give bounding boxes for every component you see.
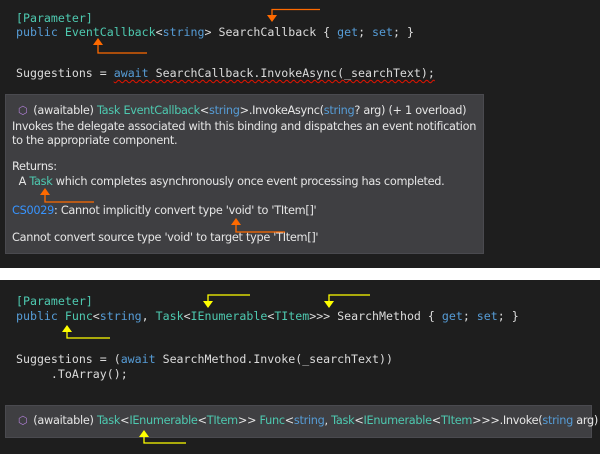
- task-link[interactable]: Task: [29, 175, 52, 188]
- annotation-arrow: [97, 43, 147, 54]
- arrowhead: [267, 15, 277, 22]
- sig-text: <: [120, 414, 130, 427]
- keyword: public: [16, 309, 58, 323]
- type-name: Func: [64, 309, 93, 323]
- expression[interactable]: SearchMethod.Invoke(_searchText)): [156, 352, 393, 366]
- sig-text: ? arg) (+ 1 overload): [354, 104, 467, 117]
- punct: ;: [462, 309, 477, 323]
- top-editor-panel: [Parameter] public EventCallback<string>…: [0, 0, 600, 268]
- lhs: Suggestions = (: [16, 352, 121, 366]
- error-line: CS0029: Cannot implicitly convert type '…: [12, 204, 317, 218]
- type-name: IEnumerable: [190, 309, 268, 323]
- sig-text: <: [354, 414, 364, 427]
- error-code-link[interactable]: CS0029: [12, 204, 54, 217]
- method-cube-icon: ⬡: [18, 414, 28, 427]
- keyword: get: [337, 25, 359, 39]
- sig-text: <: [199, 104, 210, 117]
- code-line-declaration: public EventCallback<string> SearchCallb…: [16, 25, 414, 39]
- returns-text: A Task which completes asynchronously on…: [12, 175, 445, 189]
- punct: >>>: [309, 309, 331, 323]
- description: to the appropriate component.: [12, 134, 178, 147]
- error-message: : Cannot implicitly convert type 'void' …: [54, 204, 317, 217]
- arrowhead: [324, 301, 334, 308]
- annotation-arrow: [66, 330, 110, 339]
- sig-type: Task: [96, 104, 121, 117]
- sig-keyword: string: [293, 414, 325, 427]
- sig-text: arg): [573, 414, 599, 427]
- code-line-declaration: public Func<string, Task<IEnumerable<TIt…: [16, 309, 519, 323]
- punct: ,: [141, 309, 156, 323]
- attribute: [Parameter]: [16, 11, 93, 25]
- attribute: [Parameter]: [16, 294, 93, 308]
- punct: ; }: [497, 309, 519, 323]
- sig-text: <: [431, 414, 441, 427]
- code-line-statement: Suggestions = await SearchCallback.Invok…: [16, 66, 435, 80]
- arrowhead: [203, 301, 213, 308]
- sig-type: IEnumerable: [363, 414, 433, 427]
- keyword: get: [441, 309, 463, 323]
- punct: <: [92, 309, 100, 323]
- punct: ; }: [393, 25, 414, 39]
- code-line-statement: Suggestions = (await SearchMethod.Invoke…: [16, 352, 393, 366]
- sig-type: TItem: [440, 414, 473, 427]
- text: which completes asynchronously once even…: [52, 175, 445, 188]
- method-cube-icon: ⬡: [18, 104, 28, 117]
- annotation-arrow: [271, 8, 320, 16]
- code-line-toarray: .ToArray();: [16, 367, 128, 381]
- keyword: string: [162, 25, 205, 39]
- sig-text: (awaitable): [33, 414, 97, 427]
- sig-type: Task: [96, 414, 121, 427]
- sig-text: >>: [237, 414, 260, 427]
- sig-keyword: string: [542, 414, 573, 427]
- property-name: SearchMethod {: [330, 309, 442, 323]
- sig-type: TItem: [206, 414, 238, 427]
- keyword: public: [16, 25, 58, 39]
- type-name: EventCallback: [64, 25, 156, 39]
- punct: <: [155, 25, 163, 39]
- sig-text: <: [197, 414, 207, 427]
- property-name: SearchCallback {: [211, 25, 338, 39]
- sig-text: >.InvokeAsync(: [239, 104, 324, 117]
- sig-type: Task: [331, 414, 355, 427]
- sig-text: >>>.Invoke(: [472, 414, 543, 427]
- annotation-arrow: [207, 294, 250, 302]
- description: Invokes the delegate associated with thi…: [12, 120, 477, 133]
- quickinfo-tooltip: ⬡ (awaitable) Task EventCallback<string>…: [5, 94, 484, 254]
- keyword: string: [99, 309, 142, 323]
- sig-type: IEnumerable: [129, 414, 198, 427]
- sig-type: EventCallback: [123, 104, 200, 117]
- code-line-attribute: [Parameter]: [16, 11, 93, 25]
- quickinfo-tooltip: ⬡ (awaitable) Task<IEnumerable<TItem>> F…: [5, 405, 598, 438]
- keyword: set: [372, 25, 393, 39]
- sig-text: (awaitable): [33, 104, 97, 117]
- sig-keyword: string: [209, 104, 240, 117]
- punct: <: [183, 309, 191, 323]
- sig-keyword: string: [323, 104, 355, 117]
- keyword: set: [476, 309, 498, 323]
- sig-type: Func: [259, 414, 286, 427]
- annotation-arrow: [328, 294, 370, 302]
- error-detail: Cannot convert source type 'void' to tar…: [12, 231, 319, 244]
- sig-text: <: [284, 414, 294, 427]
- type-name: TItem: [274, 309, 310, 323]
- punct: ;: [358, 25, 373, 39]
- type-name: Task: [155, 309, 184, 323]
- bottom-editor-panel: [Parameter] public Func<string, Task<IEn…: [0, 280, 600, 454]
- returns-label: Returns:: [12, 160, 57, 173]
- code-line-attribute: [Parameter]: [16, 294, 93, 308]
- error-expression[interactable]: SearchCallback.InvokeAsync(_searchText);: [149, 66, 435, 80]
- lhs: Suggestions =: [16, 66, 114, 80]
- text: A: [12, 175, 30, 188]
- keyword: await: [113, 66, 149, 80]
- arrowhead: [93, 38, 103, 45]
- keyword: await: [120, 352, 156, 366]
- arrowhead: [62, 325, 72, 332]
